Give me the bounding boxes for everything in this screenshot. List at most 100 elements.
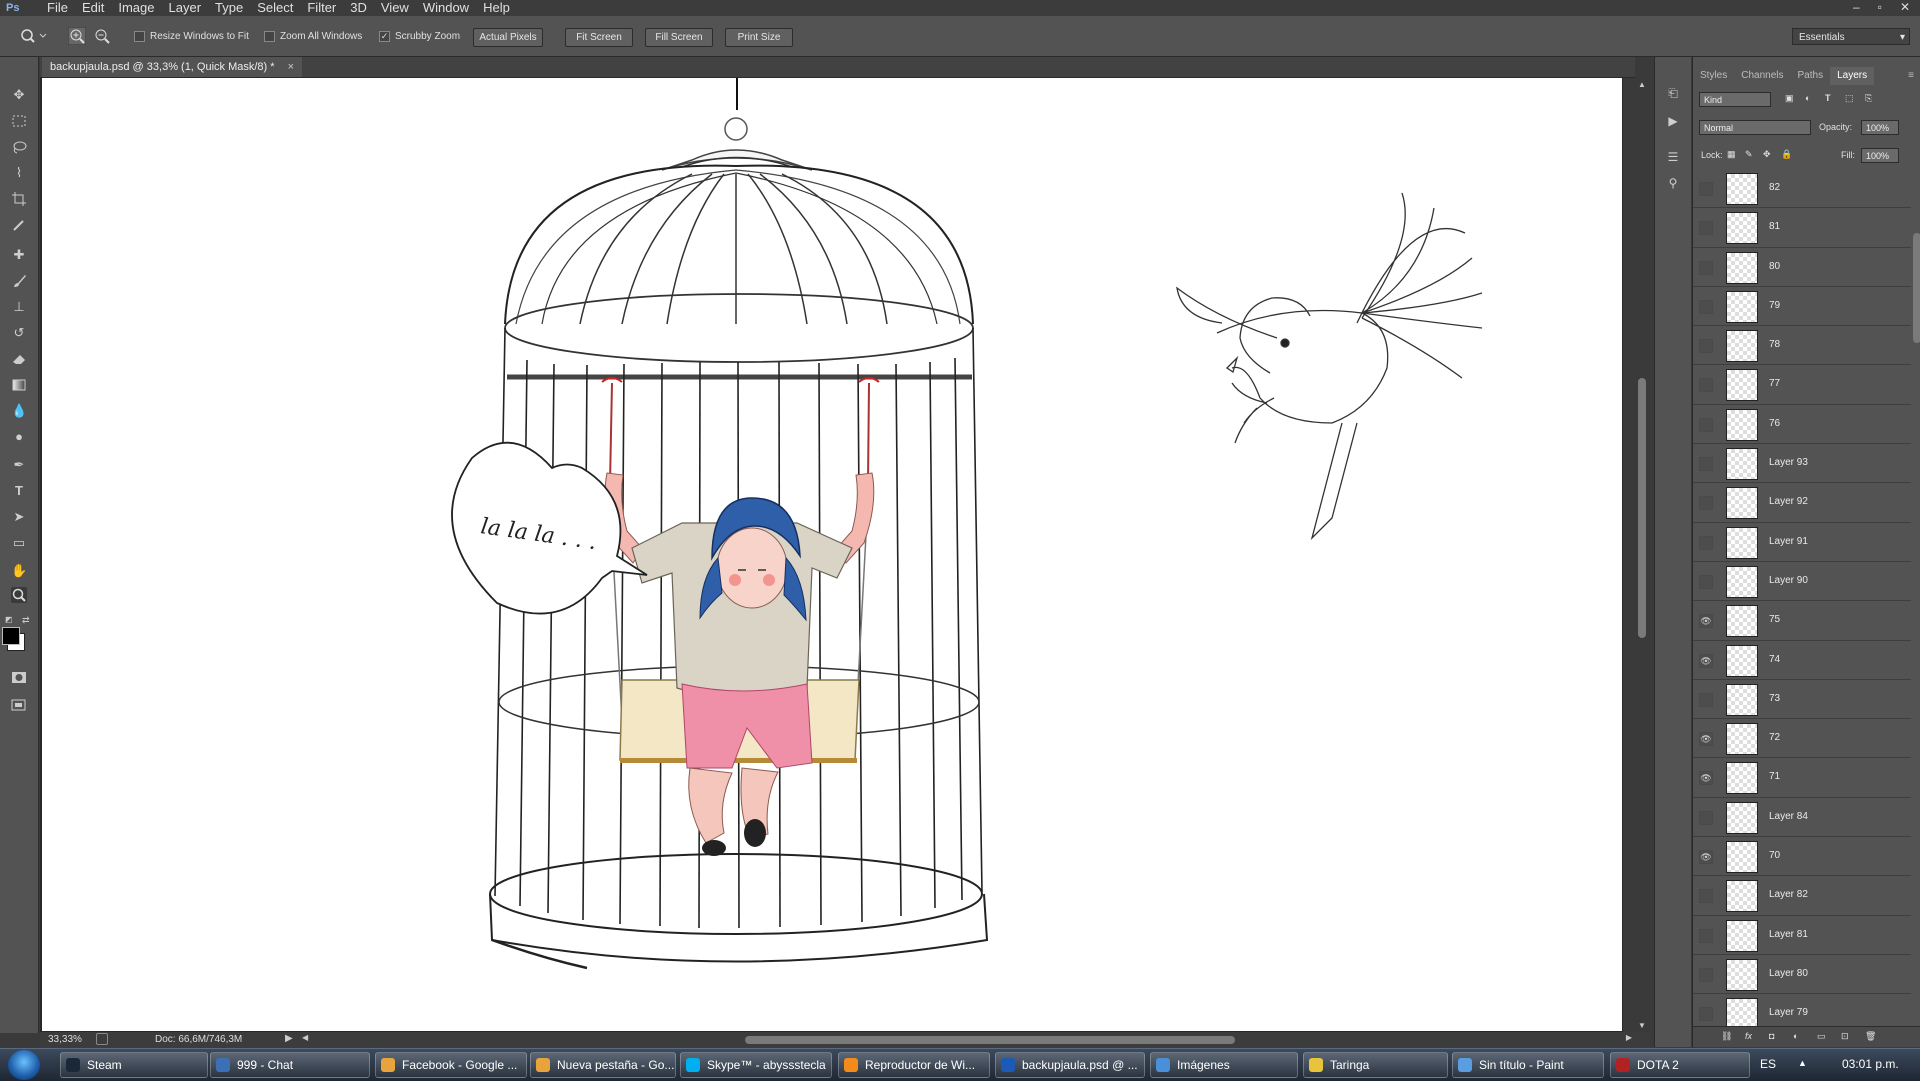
tab-channels[interactable]: Channels: [1734, 67, 1790, 85]
hand-tool-icon[interactable]: ✋: [11, 563, 27, 579]
quick-mask-icon[interactable]: [11, 669, 27, 685]
layer-row[interactable]: 👁 71: [1693, 758, 1911, 798]
clock[interactable]: 03:01 p.m.: [1842, 1057, 1899, 1071]
zoom-in-icon[interactable]: [67, 26, 87, 48]
layer-row[interactable]: 78: [1693, 326, 1911, 366]
path-selection-tool-icon[interactable]: ➤: [11, 509, 27, 525]
lock-position-icon[interactable]: ✥: [1763, 149, 1771, 160]
type-tool-icon[interactable]: T: [11, 483, 27, 499]
tray-expand-icon[interactable]: ▲: [1798, 1058, 1807, 1068]
gradient-tool-icon[interactable]: [11, 377, 27, 393]
marquee-tool-icon[interactable]: [11, 113, 27, 129]
history-panel-icon[interactable]: ⎗: [1665, 85, 1681, 101]
layers-scroll-thumb[interactable]: [1913, 233, 1920, 343]
taskbar-button[interactable]: Reproductor de Wi...: [838, 1052, 990, 1078]
filter-type-icon[interactable]: T: [1825, 93, 1831, 103]
zoom-tool-preset-icon[interactable]: [20, 28, 50, 44]
layer-row[interactable]: Layer 92: [1693, 483, 1911, 523]
horizontal-scroll-thumb[interactable]: [745, 1036, 1235, 1044]
layer-row[interactable]: 79: [1693, 287, 1911, 327]
visibility-eye-icon[interactable]: [1699, 967, 1713, 982]
lasso-tool-icon[interactable]: [11, 139, 27, 155]
taskbar-button[interactable]: Skype™ - abyssstecla: [680, 1052, 832, 1078]
lock-all-icon[interactable]: 🔒: [1781, 149, 1792, 160]
menu-type[interactable]: Type: [208, 0, 250, 16]
scrubby-zoom-checkbox[interactable]: ✓ Scrubby Zoom: [379, 31, 460, 42]
layer-row[interactable]: 👁 72: [1693, 719, 1911, 759]
scroll-up-icon[interactable]: ▲: [1638, 80, 1646, 89]
foreground-color-swatch[interactable]: [2, 627, 20, 645]
blur-tool-icon[interactable]: 💧: [11, 403, 27, 419]
visibility-eye-icon[interactable]: [1699, 457, 1713, 472]
scroll-left-icon[interactable]: ◀: [302, 1033, 308, 1042]
menu-layer[interactable]: Layer: [162, 0, 209, 16]
layer-row[interactable]: 81: [1693, 208, 1911, 248]
layer-row[interactable]: Layer 80: [1693, 955, 1911, 995]
panel-menu-icon[interactable]: ≡: [1901, 67, 1920, 85]
taskbar-button[interactable]: Imágenes: [1150, 1052, 1298, 1078]
layer-row[interactable]: 👁 75: [1693, 601, 1911, 641]
tab-styles[interactable]: Styles: [1693, 67, 1734, 85]
visibility-eye-icon[interactable]: [1699, 299, 1713, 314]
layer-row[interactable]: 76: [1693, 405, 1911, 445]
filter-adjustment-icon[interactable]: ◐: [1805, 93, 1810, 103]
scroll-down-icon[interactable]: ▼: [1638, 1021, 1646, 1030]
visibility-eye-icon[interactable]: [1699, 378, 1713, 393]
lock-transparent-icon[interactable]: ▦: [1727, 149, 1736, 160]
clone-stamp-tool-icon[interactable]: ⊥: [11, 299, 27, 315]
eraser-tool-icon[interactable]: [11, 351, 27, 367]
taskbar-button[interactable]: Facebook - Google ...: [375, 1052, 527, 1078]
visibility-eye-icon[interactable]: [1699, 535, 1713, 550]
visibility-eye-icon[interactable]: 👁: [1699, 771, 1713, 786]
actions-panel-icon[interactable]: ▶: [1665, 113, 1681, 129]
kind-filter-select[interactable]: Kind: [1699, 92, 1771, 107]
pen-tool-icon[interactable]: ✒: [11, 457, 27, 473]
fit-screen-button[interactable]: Fit Screen: [565, 28, 633, 47]
scroll-right-icon[interactable]: ▶: [1626, 1033, 1632, 1042]
fill-screen-button[interactable]: Fill Screen: [645, 28, 713, 47]
opacity-input[interactable]: 100%: [1861, 120, 1899, 135]
history-brush-tool-icon[interactable]: ↺: [11, 325, 27, 341]
new-group-icon[interactable]: ▭: [1817, 1031, 1826, 1042]
lock-image-icon[interactable]: ✎: [1745, 149, 1753, 160]
visibility-eye-icon[interactable]: [1699, 889, 1713, 904]
visibility-eye-icon[interactable]: [1699, 221, 1713, 236]
crop-tool-icon[interactable]: [11, 191, 27, 207]
print-size-button[interactable]: Print Size: [725, 28, 793, 47]
link-layers-icon[interactable]: ⛓: [1721, 1031, 1732, 1042]
visibility-eye-icon[interactable]: 👁: [1699, 732, 1713, 747]
filter-shape-icon[interactable]: ⬚: [1845, 93, 1854, 104]
close-button[interactable]: ✕: [1900, 0, 1910, 14]
visibility-eye-icon[interactable]: [1699, 260, 1713, 275]
rectangle-tool-icon[interactable]: ▭: [11, 535, 27, 551]
taskbar-button[interactable]: DOTA 2: [1610, 1052, 1750, 1078]
zoom-all-windows-checkbox[interactable]: Zoom All Windows: [264, 31, 362, 42]
add-mask-icon[interactable]: ◘: [1769, 1031, 1774, 1041]
new-adjustment-layer-icon[interactable]: ◐: [1793, 1031, 1798, 1041]
layer-row[interactable]: 82: [1693, 169, 1911, 209]
canvas-vertical-scrollbar[interactable]: ▲ ▼: [1635, 78, 1649, 1032]
filter-pixel-icon[interactable]: ▣: [1785, 93, 1794, 104]
visibility-eye-icon[interactable]: [1699, 182, 1713, 196]
menu-file[interactable]: File: [40, 0, 75, 16]
delete-layer-icon[interactable]: 🗑: [1865, 1031, 1876, 1042]
visibility-eye-icon[interactable]: 👁: [1699, 850, 1713, 865]
menu-select[interactable]: Select: [250, 0, 300, 16]
quick-selection-tool-icon[interactable]: ⌇: [11, 165, 27, 181]
resize-windows-checkbox[interactable]: Resize Windows to Fit: [134, 31, 249, 42]
taskbar-button[interactable]: Steam: [60, 1052, 208, 1078]
menu-help[interactable]: Help: [476, 0, 517, 16]
brush-tool-icon[interactable]: [11, 273, 27, 289]
menu-window[interactable]: Window: [416, 0, 476, 16]
layer-row[interactable]: 👁 70: [1693, 837, 1911, 877]
layer-row[interactable]: Layer 93: [1693, 444, 1911, 484]
visibility-eye-icon[interactable]: [1699, 339, 1713, 354]
move-tool-icon[interactable]: ✥: [11, 87, 27, 103]
layer-row[interactable]: 73: [1693, 680, 1911, 720]
layer-row[interactable]: 77: [1693, 365, 1911, 405]
document-canvas[interactable]: la la la . . .: [42, 78, 1622, 1031]
layer-row[interactable]: Layer 82: [1693, 876, 1911, 916]
document-tab[interactable]: backupjaula.psd @ 33,3% (1, Quick Mask/8…: [42, 57, 303, 77]
vertical-scroll-thumb[interactable]: [1638, 378, 1646, 638]
workspace-select[interactable]: Essentials ▾: [1792, 28, 1910, 45]
